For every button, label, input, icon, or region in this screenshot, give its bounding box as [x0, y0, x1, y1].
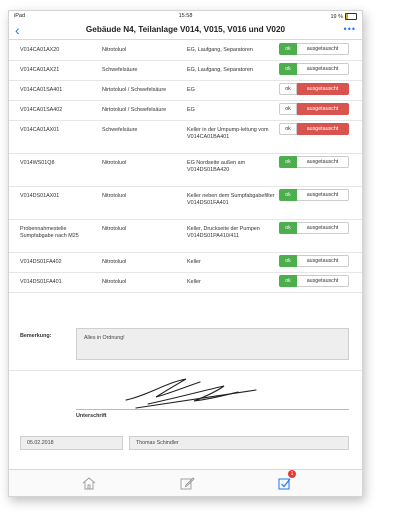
ok-button[interactable]: ok	[279, 123, 297, 135]
status-toggle: ok ausgetauscht	[279, 83, 349, 95]
notification-badge: 1	[288, 470, 296, 478]
battery-text: 19 %	[330, 13, 343, 20]
ok-button[interactable]: ok	[279, 275, 297, 287]
location: Keller	[187, 279, 201, 285]
replaced-button[interactable]: ausgetauscht	[297, 275, 349, 287]
ok-button[interactable]: ok	[279, 222, 297, 234]
table-row: V014CA01AX21 Schwefelsäure EG, Laufgang, S…	[9, 60, 362, 81]
location: EG, Laufgang, Separatoren	[187, 67, 253, 73]
location: EG	[187, 107, 195, 113]
sensor-id: V014CA01AX21	[20, 67, 60, 73]
substance: Nitrotoluol	[102, 226, 127, 232]
substance: Nitrotoluol	[102, 279, 127, 285]
app-screen: iPad 15:58 19 % ‹ Gebäude N4, Teilanlage…	[8, 10, 363, 497]
status-toggle: ok ausgetauscht	[279, 189, 349, 201]
table-row: V014DS01FA401 Nitrotoluol Keller ok ausgetau…	[9, 272, 362, 293]
sensor-id: V014CA01SA401	[20, 87, 63, 93]
signature-stroke	[125, 378, 257, 409]
substance: Nirtotoluol / Schwefelsäure	[102, 107, 167, 113]
nav-bar: ‹ Gebäude N4, Teilanlage V014, V015, V01…	[9, 21, 362, 40]
replaced-button[interactable]: ausgetauscht	[297, 156, 349, 168]
remark-input[interactable]: Alles in Ordnung!	[76, 328, 349, 360]
clock: 15:58	[178, 13, 193, 19]
status-toggle: ok ausgetauscht	[279, 123, 349, 135]
location: Keller	[187, 259, 201, 265]
ok-button[interactable]: ok	[279, 83, 297, 95]
date-field[interactable]: 05.02.2018	[20, 436, 123, 450]
replaced-button[interactable]: ausgetauscht	[297, 123, 349, 135]
substance: Nirtotoluol / Schwefelsäure	[102, 87, 167, 93]
sensor-id: V014DS01FA401	[20, 279, 62, 285]
location: Keller in der Umpump-leitung vom V014CA0…	[187, 127, 269, 140]
ok-button[interactable]: ok	[279, 189, 297, 201]
status-toggle: ok ausgetauscht	[279, 156, 349, 168]
location: Keller neben dem Sumpfabgabefilter V014D…	[187, 193, 275, 206]
table-row: V014DS01AX01 Nitrotoluol Keller neben dem …	[9, 186, 362, 220]
status-toggle: ok ausgetauscht	[279, 275, 349, 287]
table-row: V014DS01FA402 Nitrotoluol Keller ok ausgetau…	[9, 252, 362, 273]
tab-bar: 1	[9, 469, 362, 496]
ok-button[interactable]: ok	[279, 103, 297, 115]
replaced-button[interactable]: ausgetauscht	[297, 63, 349, 75]
location: EG	[187, 87, 195, 93]
status-toggle: ok ausgetauscht	[279, 103, 349, 115]
table-row: V014CA01AX01 Schwefelsäure Keller in der U…	[9, 120, 362, 154]
ok-button[interactable]: ok	[279, 43, 297, 55]
signature-label: Unterschrift	[76, 413, 107, 419]
status-bar: iPad 15:58 19 %	[9, 11, 362, 21]
table-row: V014CA01SA402 Nirtotoluol / Schwefelsäure…	[9, 100, 362, 121]
table-row: V014CA01SA401 Nirtotoluol / Schwefelsäure…	[9, 80, 362, 101]
location: Keller, Druckseite der Pumpen V014DS01PA…	[187, 226, 260, 239]
page-title: Gebäude N4, Teilanlage V014, V015, V016 …	[85, 25, 286, 34]
edit-icon[interactable]	[179, 476, 195, 490]
sensor-id: V014DS01AX01	[20, 193, 60, 199]
ok-button[interactable]: ok	[279, 63, 297, 75]
home-icon[interactable]	[81, 476, 97, 490]
ok-button[interactable]: ok	[279, 156, 297, 168]
signature-line	[76, 409, 349, 410]
battery-status: 19 %	[330, 13, 357, 20]
table-row: V014WS01Q8 Nitrotoluol EG Nordseite außen …	[9, 153, 362, 187]
sensor-id: Probennahmestelle Sumpfabgabe nach M25	[20, 226, 79, 239]
remark-section: Bemerkung: Alles in Ordnung!	[9, 324, 362, 371]
substance: Nitrotoluol	[102, 47, 127, 53]
battery-icon	[345, 13, 357, 20]
replaced-button[interactable]: ausgetauscht	[297, 255, 349, 267]
substance: Nitrotoluol	[102, 160, 127, 166]
remark-label: Bemerkung:	[20, 333, 52, 339]
substance: Nitrotoluol	[102, 259, 127, 265]
sensor-id: V014DS01FA402	[20, 259, 62, 265]
status-toggle: ok ausgetauscht	[279, 63, 349, 75]
substance: Schwefelsäure	[102, 67, 138, 73]
location: EG Nordseite außen am V014DS01BA420	[187, 160, 246, 173]
sensor-id: V014WS01Q8	[20, 160, 55, 166]
replaced-button[interactable]: ausgetauscht	[297, 189, 349, 201]
more-options-icon[interactable]: •••	[344, 24, 356, 34]
replaced-button[interactable]: ausgetauscht	[297, 43, 349, 55]
checklist-icon	[278, 478, 291, 490]
substance: Schwefelsäure	[102, 127, 138, 133]
tab-checklist[interactable]: 1	[277, 470, 296, 490]
sensor-id: V014CA01AX20	[20, 47, 60, 53]
replaced-button[interactable]: ausgetauscht	[297, 103, 349, 115]
table-row: V014CA01AX20 Nitrotoluol EG, Laufgang, Sep…	[9, 40, 362, 61]
replaced-button[interactable]: ausgetauscht	[297, 222, 349, 234]
sensor-id: V014CA01AX01	[20, 127, 60, 133]
sensor-id: V014CA01SA402	[20, 107, 63, 113]
substance: Nitrotoluol	[102, 193, 127, 199]
replaced-button[interactable]: ausgetauscht	[297, 83, 349, 95]
ok-button[interactable]: ok	[279, 255, 297, 267]
name-field[interactable]: Thomas Schindler	[129, 436, 349, 450]
status-toggle: ok ausgetauscht	[279, 255, 349, 267]
table-row: Probennahmestelle Sumpfabgabe nach M25 Ni…	[9, 219, 362, 253]
status-toggle: ok ausgetauscht	[279, 43, 349, 55]
status-toggle: ok ausgetauscht	[279, 222, 349, 234]
location: EG, Laufgang, Separatoren	[187, 47, 253, 53]
